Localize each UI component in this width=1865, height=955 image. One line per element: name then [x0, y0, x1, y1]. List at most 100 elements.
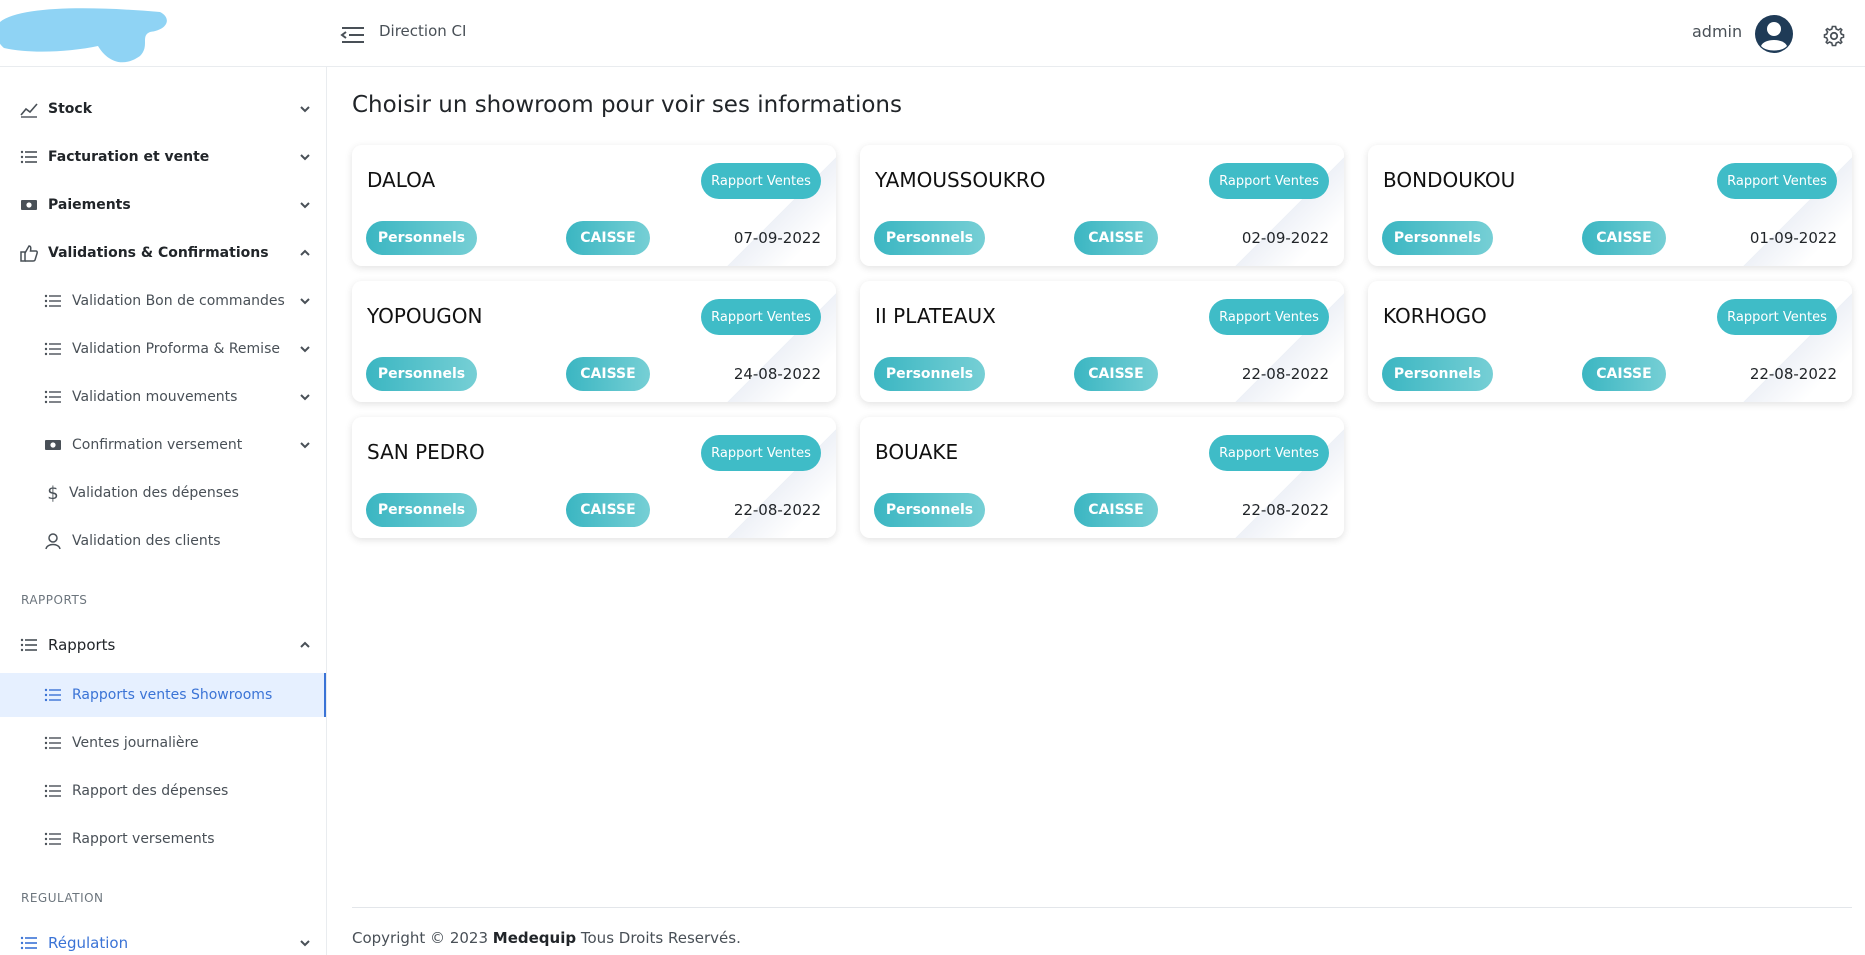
chevron-down-icon — [300, 202, 310, 209]
sidebar-item-label: Validation des clients — [72, 533, 221, 549]
showroom-name: DALOA — [367, 168, 436, 192]
sidebar-item-facturation[interactable]: Facturation et vente — [0, 135, 326, 179]
money-icon — [45, 440, 61, 450]
chevron-down-icon — [300, 394, 310, 401]
personnels-button[interactable]: Personnels — [874, 493, 985, 527]
gear-icon[interactable] — [1822, 24, 1846, 48]
list-icon — [20, 936, 37, 950]
caisse-button[interactable]: CAISSE — [1074, 221, 1158, 255]
showroom-card: KORHOGO Rapport Ventes Personnels CAISSE… — [1368, 281, 1852, 402]
list-icon — [44, 688, 61, 702]
sidebar-item-label: Validation Proforma & Remise — [72, 341, 280, 357]
caisse-button[interactable]: CAISSE — [1582, 221, 1666, 255]
menu-toggle-icon[interactable] — [340, 24, 366, 46]
rapport-ventes-button[interactable]: Rapport Ventes — [1209, 299, 1329, 335]
footer-divider — [352, 907, 1852, 908]
personnels-button[interactable]: Personnels — [1382, 357, 1493, 391]
list-icon — [20, 150, 37, 164]
personnels-button[interactable]: Personnels — [366, 357, 477, 391]
sidebar-item-ventes-journaliere[interactable]: Ventes journalière — [0, 721, 326, 765]
showroom-date: 22-08-2022 — [1241, 365, 1329, 383]
logo — [0, 8, 167, 63]
showroom-card: YAMOUSSOUKRO Rapport Ventes Personnels C… — [860, 145, 1344, 266]
sidebar-item-label: Rapports — [48, 636, 116, 654]
rapport-ventes-button[interactable]: Rapport Ventes — [701, 299, 821, 335]
chart-line-icon — [20, 103, 38, 118]
caisse-button[interactable]: CAISSE — [1582, 357, 1666, 391]
top-header: Direction CI admin — [0, 0, 1865, 67]
chevron-down-icon — [300, 940, 310, 947]
rapport-ventes-button[interactable]: Rapport Ventes — [701, 163, 821, 199]
thumbs-up-icon — [20, 245, 38, 262]
personnels-button[interactable]: Personnels — [366, 493, 477, 527]
list-icon — [44, 736, 61, 750]
rapport-ventes-button[interactable]: Rapport Ventes — [701, 435, 821, 471]
sidebar-item-validations[interactable]: Validations & Confirmations — [0, 231, 326, 275]
money-icon — [21, 200, 37, 210]
showroom-date: 24-08-2022 — [733, 365, 821, 383]
sidebar-item-label: Rapports ventes Showrooms — [72, 687, 273, 703]
sidebar-item-validation-proforma[interactable]: Validation Proforma & Remise — [0, 327, 326, 371]
showroom-name: SAN PEDRO — [367, 440, 485, 464]
caisse-button[interactable]: CAISSE — [566, 221, 650, 255]
showroom-date: 01-09-2022 — [1749, 229, 1837, 247]
showroom-card: SAN PEDRO Rapport Ventes Personnels CAIS… — [352, 417, 836, 538]
sidebar-item-confirmation-versement[interactable]: Confirmation versement — [0, 423, 326, 467]
sidebar-item-rapports[interactable]: Rapports — [0, 623, 326, 667]
chevron-down-icon — [300, 298, 310, 305]
sidebar-item-label: Ventes journalière — [72, 735, 199, 751]
showroom-name: YOPOUGON — [367, 304, 483, 328]
sidebar-item-label: Validations & Confirmations — [48, 245, 269, 261]
list-icon — [44, 832, 61, 846]
chevron-up-icon — [300, 641, 310, 648]
personnels-button[interactable]: Personnels — [874, 221, 985, 255]
list-icon — [44, 294, 61, 308]
showroom-date: 07-09-2022 — [733, 229, 821, 247]
caisse-button[interactable]: CAISSE — [566, 357, 650, 391]
rapport-ventes-button[interactable]: Rapport Ventes — [1209, 435, 1329, 471]
caisse-button[interactable]: CAISSE — [1074, 493, 1158, 527]
showroom-name: BOUAKE — [875, 440, 959, 464]
sidebar-item-rapport-depenses[interactable]: Rapport des dépenses — [0, 769, 326, 813]
chevron-down-icon — [300, 346, 310, 353]
footer: Copyright © 2023 Medequip Tous Droits Re… — [352, 929, 741, 947]
sidebar-item-validation-bon-commandes[interactable]: Validation Bon de commandes — [0, 279, 326, 323]
avatar-icon[interactable] — [1754, 14, 1794, 54]
rapport-ventes-button[interactable]: Rapport Ventes — [1209, 163, 1329, 199]
list-icon — [44, 390, 61, 404]
sidebar-item-rapports-ventes-showrooms[interactable]: Rapports ventes Showrooms — [0, 673, 326, 717]
sidebar-item-label: Rapport des dépenses — [72, 783, 229, 799]
copyright-text: Copyright © 2023 — [352, 929, 489, 947]
personnels-button[interactable]: Personnels — [1382, 221, 1493, 255]
sidebar-item-validation-depenses[interactable]: $ Validation des dépenses — [0, 471, 326, 515]
personnels-button[interactable]: Personnels — [874, 357, 985, 391]
list-icon — [44, 342, 61, 356]
personnels-button[interactable]: Personnels — [366, 221, 477, 255]
sidebar-item-validation-clients[interactable]: Validation des clients — [0, 519, 326, 563]
direction-label: Direction CI — [379, 22, 467, 40]
sidebar-item-stock[interactable]: Stock — [0, 87, 326, 131]
rapport-ventes-button[interactable]: Rapport Ventes — [1717, 299, 1837, 335]
sidebar-item-rapport-versements[interactable]: Rapport versements — [0, 817, 326, 861]
sidebar-item-label: Validation des dépenses — [69, 485, 239, 501]
list-icon — [20, 638, 37, 652]
sidebar-item-label: Stock — [48, 101, 93, 117]
showroom-date: 02-09-2022 — [1241, 229, 1329, 247]
showroom-date: 22-08-2022 — [1241, 501, 1329, 519]
sidebar-item-label: Paiements — [48, 197, 131, 213]
showroom-date: 22-08-2022 — [733, 501, 821, 519]
showroom-card: YOPOUGON Rapport Ventes Personnels CAISS… — [352, 281, 836, 402]
sidebar-item-label: Régulation — [48, 934, 129, 952]
caisse-button[interactable]: CAISSE — [1074, 357, 1158, 391]
chevron-down-icon — [300, 154, 310, 161]
sidebar-item-paiements[interactable]: Paiements — [0, 183, 326, 227]
section-title-rapports: RAPPORTS — [21, 593, 88, 607]
sidebar-item-validation-mouvements[interactable]: Validation mouvements — [0, 375, 326, 419]
dollar-icon: $ — [47, 482, 59, 504]
showroom-name: II PLATEAUX — [875, 304, 996, 328]
caisse-button[interactable]: CAISSE — [566, 493, 650, 527]
rapport-ventes-button[interactable]: Rapport Ventes — [1717, 163, 1837, 199]
showroom-name: BONDOUKOU — [1383, 168, 1516, 192]
sidebar-item-regulation[interactable]: Régulation — [0, 921, 326, 955]
chevron-down-icon — [300, 442, 310, 449]
